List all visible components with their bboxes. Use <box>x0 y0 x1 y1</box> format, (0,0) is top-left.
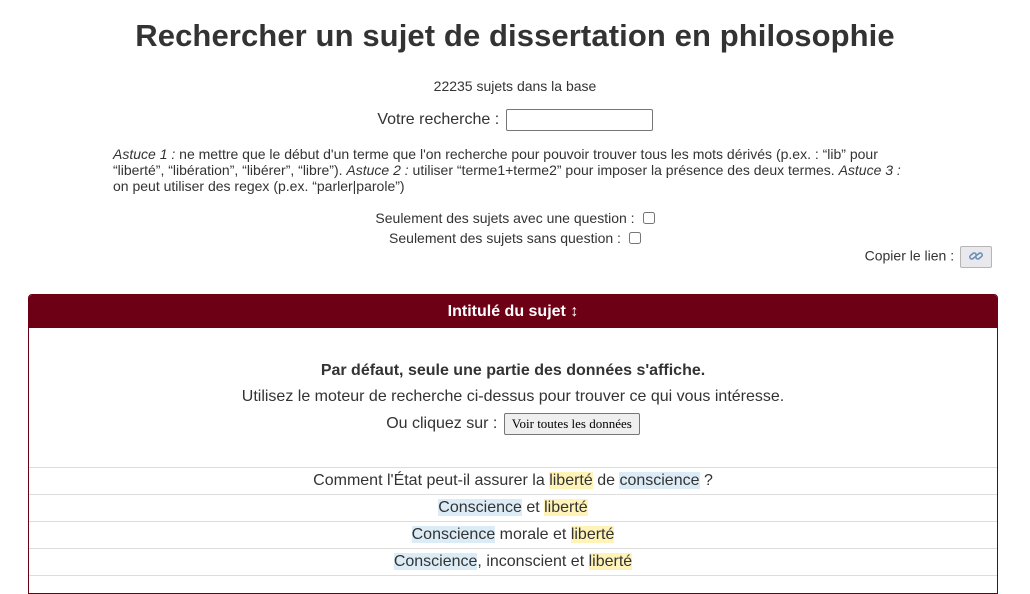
copy-link: Copier le lien : <box>865 246 992 268</box>
tip2-text: utiliser “terme1+terme2” pour imposer la… <box>408 162 839 178</box>
subject-count: 22235 sujets dans la base <box>433 78 597 94</box>
highlighted-term: Conscience <box>393 553 478 570</box>
table-row: Conscience morale et liberté <box>29 522 997 549</box>
tip3-label: Astuce 3 : <box>838 162 901 178</box>
copy-link-button[interactable] <box>960 246 992 268</box>
notice-click-row: Ou cliquez sur : Voir toutes les données <box>29 413 997 435</box>
notice-click-label: Ou cliquez sur : <box>386 415 498 432</box>
without-question-checkbox[interactable] <box>628 232 641 244</box>
copy-link-label: Copier le lien : <box>864 247 955 264</box>
highlighted-term: conscience <box>619 472 700 489</box>
notice-bold: Par défaut, seule une partie des données… <box>320 362 706 379</box>
table-header-title[interactable]: Intitulé du sujet ↕ <box>29 295 997 328</box>
highlighted-term: liberté <box>544 499 588 516</box>
table-row: Comment l'État peut-il assurer la libert… <box>29 468 997 495</box>
tip2-label: Astuce 2 : <box>346 162 409 178</box>
row-text: et <box>521 499 545 516</box>
highlighted-term: liberté <box>549 472 593 489</box>
with-question-checkbox[interactable] <box>642 212 655 224</box>
page-title: Rechercher un sujet de dissertation en p… <box>135 18 895 53</box>
notice-text: Utilisez le moteur de recherche ci-dessu… <box>241 388 785 405</box>
highlighted-term: Conscience <box>411 526 496 543</box>
table-body: Comment l'État peut-il assurer la libert… <box>29 468 997 576</box>
highlighted-term: liberté <box>570 526 615 543</box>
row-text: ? <box>699 472 713 489</box>
subjects-table: Intitulé du sujet ↕ Par défaut, seule un… <box>28 294 998 594</box>
highlighted-term: Conscience <box>438 499 522 516</box>
row-text: Comment l'État peut-il assurer la <box>313 472 550 489</box>
search-input[interactable] <box>505 109 653 131</box>
table-row: Conscience, inconscient et liberté <box>29 549 997 576</box>
with-question-label: Seulement des sujets avec une question : <box>375 210 635 226</box>
search-row: Votre recherche : <box>0 109 1030 131</box>
tip1-label: Astuce 1 : <box>113 146 176 162</box>
highlighted-term: liberté <box>588 553 633 570</box>
row-text: morale et <box>495 526 571 543</box>
table-row: Conscience et liberté <box>29 495 997 522</box>
default-notice: Par défaut, seule une partie des données… <box>29 328 997 468</box>
without-question-label: Seulement des sujets sans question : <box>389 230 621 246</box>
link-icon <box>969 252 983 260</box>
option-with-question: Seulement des sujets avec une question : <box>0 210 1030 226</box>
show-all-button[interactable]: Voir toutes les données <box>503 413 640 435</box>
option-without-question: Seulement des sujets sans question : <box>0 230 1030 246</box>
row-text: de <box>592 472 620 489</box>
row-text: , inconscient et <box>477 553 589 570</box>
tip3-text: on peut utiliser des regex (p.ex. “parle… <box>113 178 405 194</box>
search-tips: Astuce 1 : ne mettre que le début d'un t… <box>113 146 918 194</box>
search-label: Votre recherche : <box>377 111 500 129</box>
